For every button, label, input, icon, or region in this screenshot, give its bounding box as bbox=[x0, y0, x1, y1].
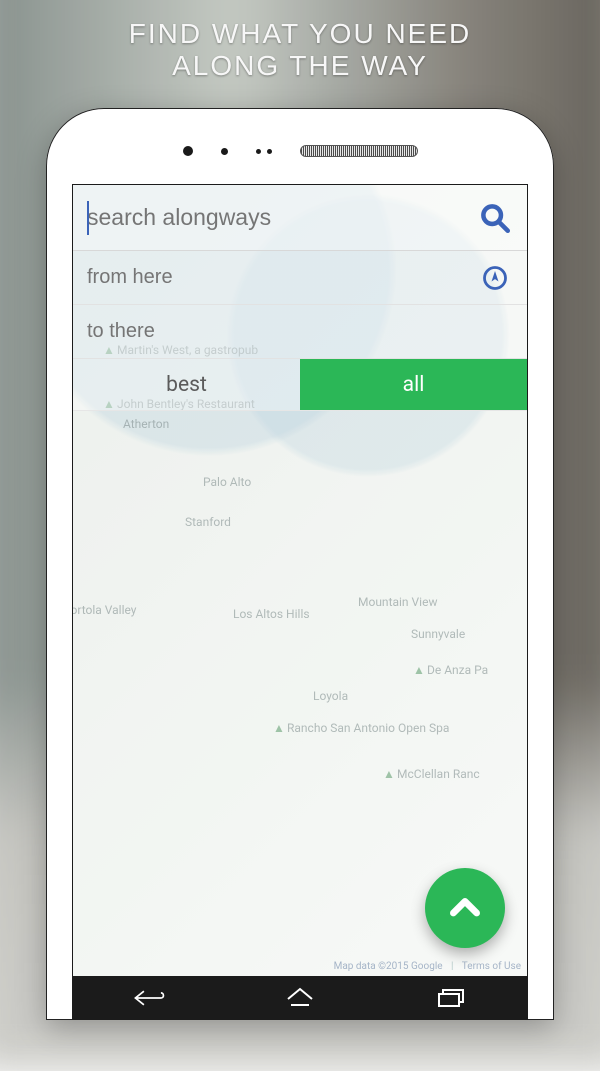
speaker-grill bbox=[300, 145, 418, 157]
android-navbar bbox=[73, 976, 527, 1020]
nav-recent-button[interactable] bbox=[431, 984, 471, 1012]
tab-best-label: best bbox=[166, 373, 207, 397]
phone-sensors bbox=[46, 142, 554, 160]
text-cursor bbox=[87, 201, 89, 235]
filter-tabs: best all bbox=[73, 359, 527, 411]
to-input[interactable] bbox=[87, 320, 513, 343]
nav-back-button[interactable] bbox=[129, 984, 169, 1012]
sensor-dots bbox=[256, 149, 272, 154]
from-input[interactable] bbox=[87, 266, 477, 289]
phone-screen: ▲Martin's West, a gastropub▲John Bentley… bbox=[72, 184, 528, 1020]
tab-all[interactable]: all bbox=[300, 359, 527, 410]
recent-apps-icon bbox=[437, 988, 465, 1008]
promo-heading: FIND WHAT YOU NEED ALONG THE WAY bbox=[0, 18, 600, 82]
chevron-up-icon bbox=[445, 888, 485, 928]
search-input[interactable] bbox=[87, 204, 475, 231]
tab-best[interactable]: best bbox=[73, 359, 300, 410]
from-row bbox=[73, 251, 527, 305]
heading-line-1: FIND WHAT YOU NEED bbox=[0, 18, 600, 50]
tab-all-label: all bbox=[403, 373, 425, 397]
expand-fab[interactable] bbox=[425, 868, 505, 948]
search-button[interactable] bbox=[475, 198, 515, 238]
ui-overlay: best all bbox=[73, 185, 527, 1020]
sensor-dot bbox=[183, 146, 193, 156]
search-bar bbox=[73, 185, 527, 251]
home-icon bbox=[285, 987, 315, 1009]
locate-button[interactable] bbox=[477, 260, 513, 296]
nav-home-button[interactable] bbox=[280, 984, 320, 1012]
back-icon bbox=[132, 987, 166, 1009]
search-icon bbox=[478, 201, 512, 235]
phone-frame: ▲Martin's West, a gastropub▲John Bentley… bbox=[46, 108, 554, 1020]
sensor-dot bbox=[221, 148, 228, 155]
compass-icon bbox=[481, 264, 509, 292]
heading-line-2: ALONG THE WAY bbox=[0, 50, 600, 82]
to-row bbox=[73, 305, 527, 359]
